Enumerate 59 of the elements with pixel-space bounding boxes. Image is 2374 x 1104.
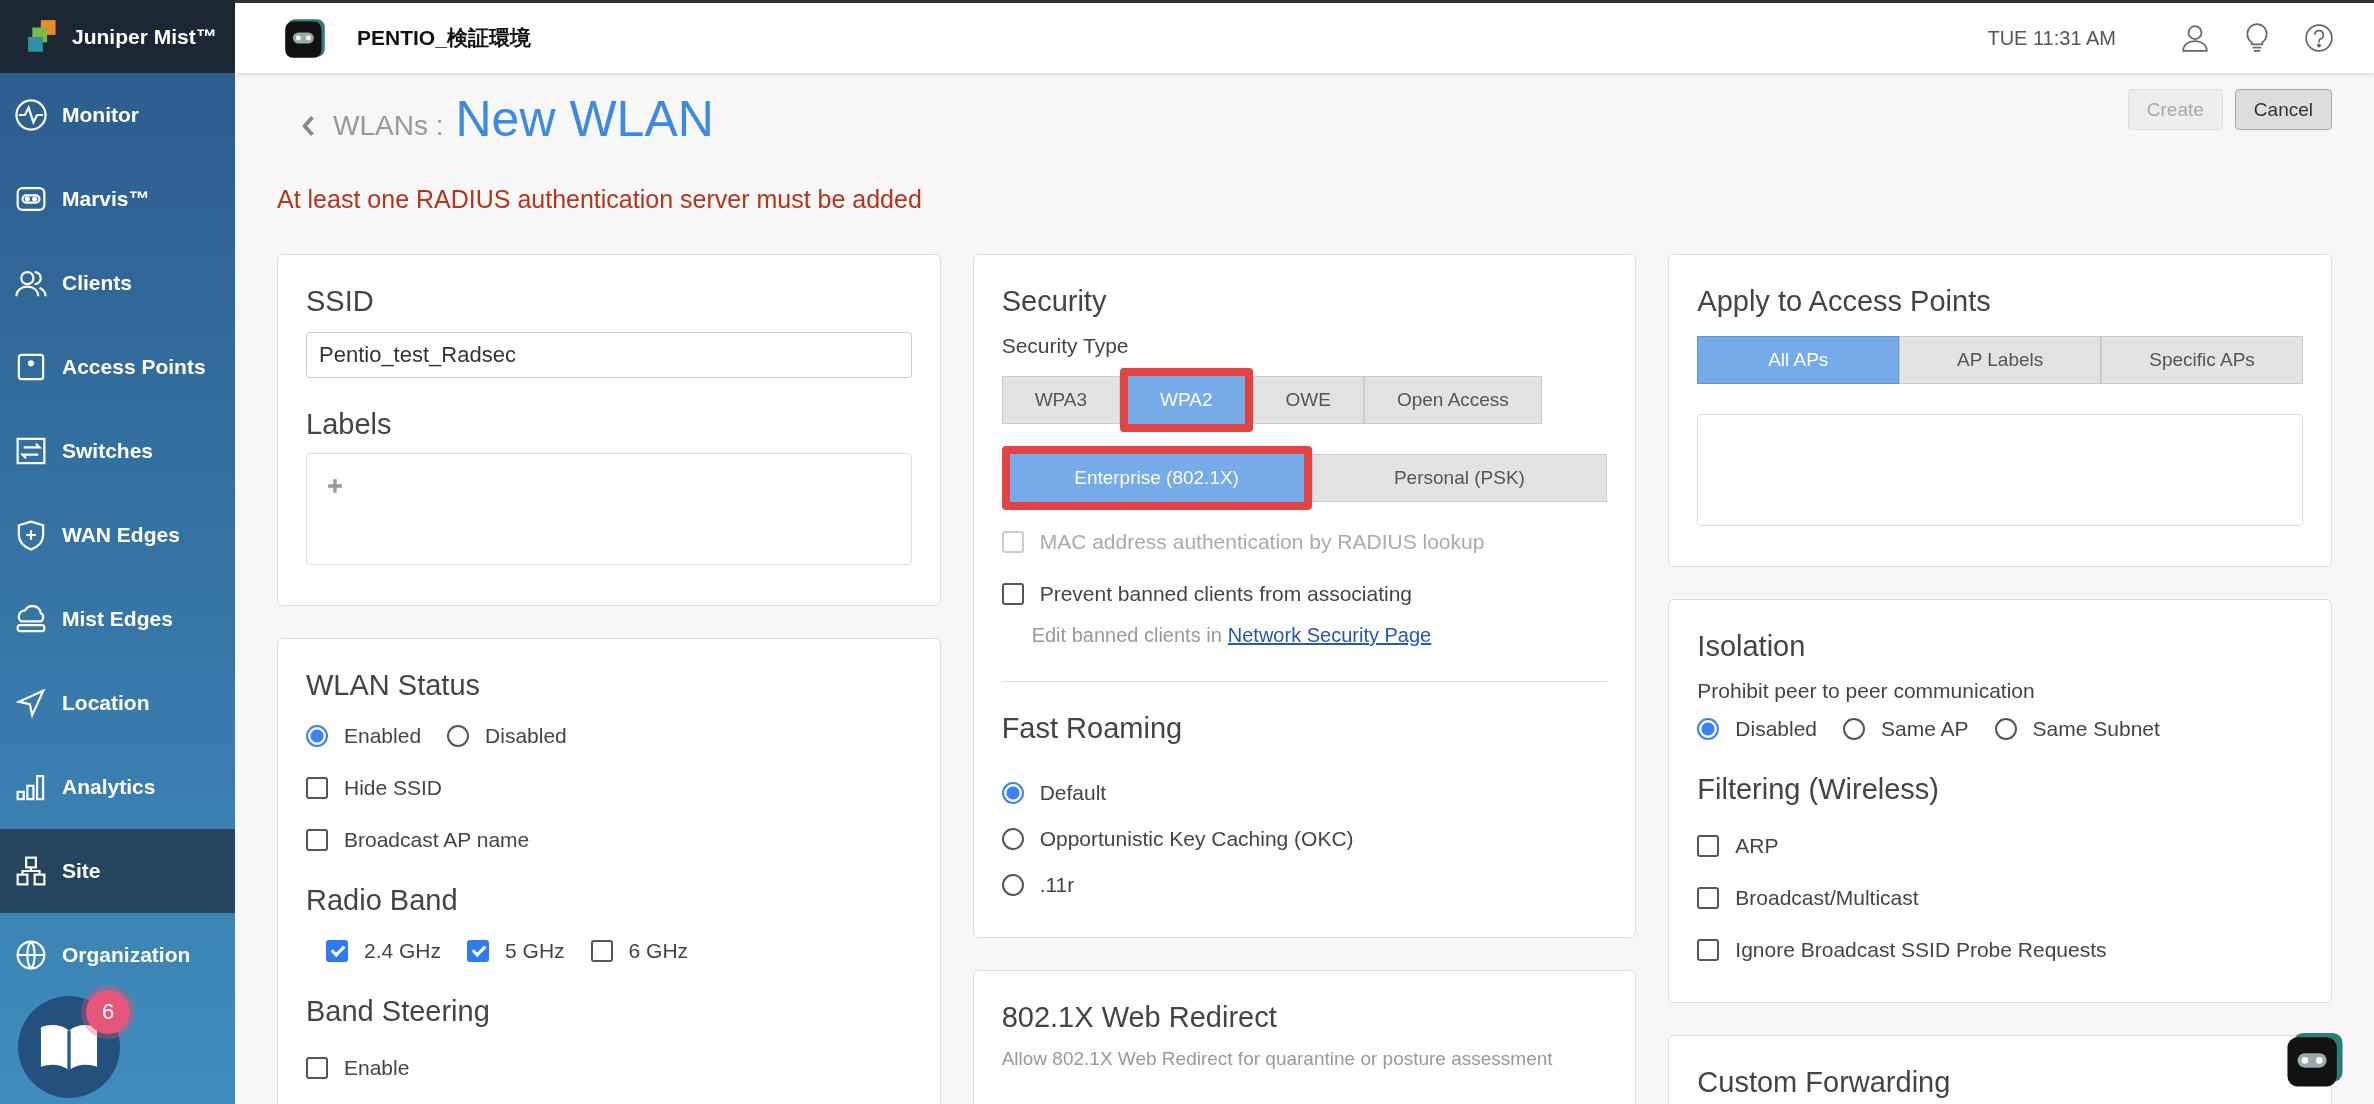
cancel-button[interactable]: Cancel: [2234, 89, 2332, 130]
checkbox-option[interactable]: Hide SSID: [306, 776, 912, 800]
section-title: 802.1X Web Redirect: [1001, 1001, 1278, 1034]
radio-option[interactable]: Disabled: [447, 724, 567, 748]
nav-item[interactable]: Switches: [0, 409, 235, 493]
checkbox-option[interactable]: Broadcast/Multicast: [1697, 886, 2303, 910]
radio-option[interactable]: .11r: [1001, 873, 1608, 897]
brand-name: Juniper Mist™: [72, 24, 217, 49]
section-title: Fast Roaming: [1001, 712, 1184, 745]
radio-option[interactable]: Default: [1001, 781, 1608, 805]
nav-item[interactable]: Site: [0, 829, 235, 913]
section-title: Labels: [306, 408, 393, 441]
field-label: Security Type: [1001, 334, 1130, 358]
checkbox-option[interactable]: Ignore Broadcast SSID Probe Requests: [1697, 938, 2303, 962]
network-security-link[interactable]: Network Security Page: [1227, 624, 1432, 647]
nav-item[interactable]: Mist Edges: [0, 577, 235, 661]
checkbox-option[interactable]: Enable: [306, 1056, 912, 1080]
section-title: Radio Band: [306, 884, 459, 917]
radio-option[interactable]: Disabled: [1697, 717, 1818, 741]
radio-option[interactable]: Same AP: [1843, 717, 1969, 741]
radio-option[interactable]: Enabled: [306, 724, 422, 748]
hint-text: Edit banned clients in: [1031, 624, 1222, 647]
segment-tab[interactable]: AP Labels: [1899, 336, 2102, 384]
page-title: New WLAN: [455, 90, 714, 148]
nav-item[interactable]: Analytics: [0, 745, 235, 829]
org-name: PENTIO_検証環境: [357, 25, 531, 51]
segment-tab[interactable]: WPA3: [1001, 376, 1121, 424]
segment-tab[interactable]: OWE: [1252, 376, 1364, 424]
checkbox-option[interactable]: Prevent banned clients from associating: [1001, 582, 1608, 606]
section-title: Security: [1001, 285, 1108, 318]
nav-item[interactable]: Access Points: [0, 325, 235, 409]
section-title: Band Steering: [306, 995, 491, 1028]
error-message: At least one RADIUS authentication server must be added: [277, 185, 923, 214]
segment-tab[interactable]: Personal (PSK): [1311, 454, 1608, 502]
nav-item[interactable]: Marvis™: [0, 157, 235, 241]
ssid-field[interactable]: Pentio_test_Radsec: [306, 332, 912, 378]
field-label: Prohibit peer to peer communication: [1697, 679, 2036, 703]
checkbox-option[interactable]: 5 GHz: [467, 939, 565, 963]
section-title: Apply to Access Points: [1697, 285, 1992, 318]
checkbox-option[interactable]: Broadcast AP name: [306, 828, 912, 852]
clock-time: TUE 11:31 AM: [1987, 26, 2116, 50]
nav-item[interactable]: WAN Edges: [0, 493, 235, 577]
radio-option[interactable]: Opportunistic Key Caching (OKC): [1001, 827, 1608, 851]
radio-option[interactable]: Same Subnet: [1994, 717, 2160, 741]
section-title: Custom Forwarding: [1697, 1066, 1952, 1099]
nav-item[interactable]: Location: [0, 661, 235, 745]
notification-badge: 6: [86, 990, 130, 1034]
nav-item[interactable]: Monitor: [0, 73, 235, 157]
section-title: WLAN Status: [306, 669, 482, 702]
checkbox-option[interactable]: 6 GHz: [590, 939, 689, 963]
section-title: Filtering (Wireless): [1697, 773, 1940, 806]
nav-item[interactable]: Clients: [0, 241, 235, 325]
section-title: SSID: [306, 285, 375, 318]
description-text: Allow 802.1X Web Redirect for quarantine or posture assessment: [1001, 1048, 1554, 1070]
section-title: Isolation: [1697, 630, 1807, 663]
segment-tab[interactable]: Specific APs: [2101, 336, 2303, 384]
checkbox-option[interactable]: ARP: [1697, 834, 2303, 858]
checkbox-option[interactable]: 2.4 GHz: [326, 939, 442, 963]
segment-tab[interactable]: Open Access: [1363, 376, 1542, 424]
